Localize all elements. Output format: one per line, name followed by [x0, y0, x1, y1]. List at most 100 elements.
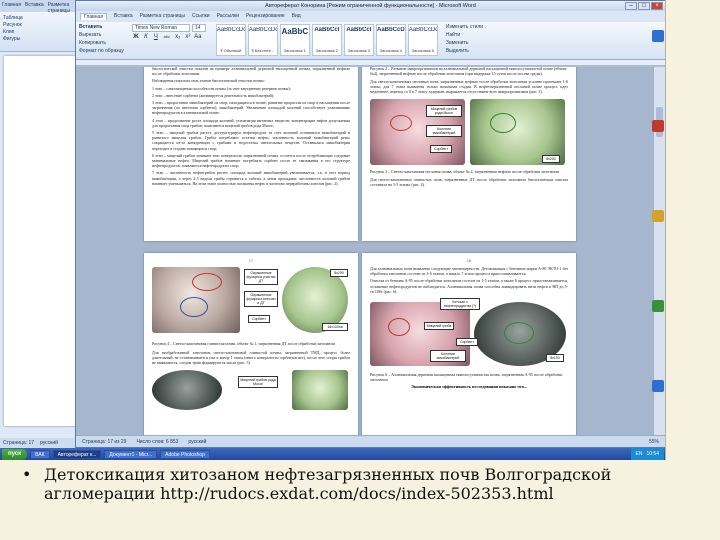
tab-page-layout[interactable]: Разметка страницы [140, 13, 185, 20]
taskbar-item[interactable]: ВАК [30, 449, 50, 459]
tab-references[interactable]: Ссылки [192, 13, 210, 20]
status-language[interactable]: русский [188, 439, 206, 445]
highlight-ring [192, 273, 222, 291]
style-preview: AaBbCcI [314, 27, 340, 33]
style-name: ¶ Обычный [220, 48, 242, 53]
style-normal[interactable]: AaBbCcDc ¶ Обычный [215, 24, 246, 56]
paragraph: 5 этап – мицелий грибов растет, деструкт… [152, 130, 350, 151]
desktop-icon[interactable] [652, 300, 664, 312]
strikethrough-button[interactable]: abc [162, 34, 172, 40]
style-heading-2[interactable]: AaBbCcI Заголовок 2 [311, 24, 342, 56]
style-heading-3[interactable]: AaBbCcI Заголовок 3 [343, 24, 374, 56]
bg-ribbon-item[interactable]: Таблица [3, 15, 78, 22]
format-painter-button[interactable]: Формат по образцу [79, 48, 124, 54]
subscript-button[interactable]: x₂ [174, 34, 182, 40]
style-no-spacing[interactable]: AaBbCcDc ¶ Без инте... [247, 24, 278, 56]
page-number: 18 [466, 258, 472, 263]
clock[interactable]: 10:54 [646, 448, 659, 460]
taskbar-item[interactable]: Adobe Photoshop [160, 449, 210, 459]
cut-button[interactable]: Вырезать [79, 32, 124, 38]
tab-mailings[interactable]: Рассылки [217, 13, 239, 20]
copy-button[interactable]: Копировать [79, 40, 124, 46]
bg-ribbon-item[interactable]: Рисунок [3, 22, 78, 29]
paragraph: 1 этап – самоочищения способности почвы … [152, 85, 291, 91]
bg-ribbon-item[interactable]: Фигуры [3, 36, 78, 43]
bg-ribbon-item[interactable]: Клип [3, 29, 78, 36]
paragraph: Для необработанной хитозаном светло-кашт… [152, 350, 350, 366]
select-button[interactable]: Выделить [446, 48, 483, 54]
bg-document-page [4, 56, 78, 426]
figure: Окрашенные фузариоз участки ДТ Окрашенны… [152, 267, 350, 337]
figure-caption: Рисунок 6 – Аллювиальная дерновая насыще… [370, 372, 563, 383]
editing-group: Изменить стили Найти Заменить Выделить [446, 24, 483, 57]
taskbar-item[interactable]: Документ1 - Micr... [104, 449, 158, 459]
tab-insert[interactable]: Вставка [114, 13, 133, 20]
maximize-icon[interactable]: □ [638, 2, 650, 10]
figure-label: Хитозан с нефтепродуктом (?) [440, 298, 480, 311]
minimize-icon[interactable]: – [625, 2, 637, 10]
paste-button[interactable]: Вставить [79, 24, 124, 30]
start-button[interactable]: пуск [2, 448, 28, 460]
superscript-button[interactable]: x² [184, 34, 192, 40]
status-page[interactable]: Страница: 17 из 29 [82, 439, 126, 445]
status-words[interactable]: Число слов: 6 853 [136, 439, 178, 445]
style-heading-5[interactable]: AaBbCcDd Заголовок 5 [407, 24, 438, 56]
figure-label: 16x100на [322, 323, 348, 331]
background-word-window[interactable]: Главная Вставка Разметка страницы Таблиц… [0, 0, 82, 440]
figure-label: Сорбент [248, 315, 270, 323]
document-page: 18 Для аллювиальных почв выявлены следую… [362, 253, 576, 437]
figure-label: Окрашенные фузариоз участки ДТ [244, 269, 278, 285]
desktop-icon[interactable] [652, 210, 664, 222]
tab-view[interactable]: Вид [292, 13, 301, 20]
language-indicator[interactable]: EN [636, 448, 643, 460]
taskbar: пуск ВАК Автореферат к... Документ1 - Mi… [0, 448, 665, 460]
highlight-ring [388, 318, 410, 337]
paragraph: Очистка от бензина А-95 после обработки … [370, 278, 568, 294]
find-button[interactable]: Найти [446, 32, 483, 38]
highlight-ring [504, 322, 534, 345]
change-styles-button[interactable]: Изменить стили [446, 24, 483, 30]
style-heading-4[interactable]: AaBbCcD Заголовок 4 [375, 24, 406, 56]
highlight-ring [180, 297, 208, 317]
bg-ribbon: Таблица Рисунок Клип Фигуры [0, 12, 81, 52]
paragraph: Для аллювиальных почв выявлены следующие… [370, 266, 568, 277]
style-heading-1[interactable]: AaBbC Заголовок 1 [279, 24, 310, 56]
font-name-select[interactable]: Times New Roman [131, 24, 190, 32]
paragraph: Наблюдения показали семь этапов биологич… [152, 78, 265, 84]
system-tray: EN 10:54 [630, 448, 664, 460]
paragraph: 7 этап – численность нефтегрибов растет,… [152, 170, 350, 186]
zoom-level[interactable]: 55% [649, 439, 659, 445]
italic-button[interactable]: К [142, 34, 150, 40]
change-case-button[interactable]: Aa [194, 34, 202, 40]
figure-label: Окрашенные фузариоз хитозан и ДТ [244, 291, 278, 307]
bg-status-page: Страница: 17 [3, 440, 35, 446]
taskbar-item-active[interactable]: Автореферат к... [52, 449, 102, 459]
page-text: биологической очистки показан на примере… [152, 67, 350, 186]
bg-tab[interactable]: Вставка [25, 2, 44, 10]
format-buttons: Ж К Ч abc x₂ x² Aa [132, 34, 206, 40]
tab-home[interactable]: Главная [80, 13, 108, 20]
bold-button[interactable]: Ж [132, 34, 140, 40]
window-title: Автореферат Конорина [Режим ограниченной… [265, 3, 476, 9]
document-page: биологической очистки показан на примере… [144, 67, 358, 241]
style-name: Заголовок 4 [379, 48, 402, 53]
close-icon[interactable]: × [651, 2, 663, 10]
desktop-icon[interactable] [652, 30, 664, 42]
caption-text: Детоксикация хитозаном нефтезагрязненных… [44, 465, 612, 503]
replace-button[interactable]: Заменить [446, 40, 483, 46]
style-preview: AaBbCcDd [408, 27, 437, 33]
desktop-icon[interactable] [652, 380, 664, 392]
styles-gallery: AaBbCcDc ¶ Обычный AaBbCcDc ¶ Без инте... … [215, 24, 438, 57]
ruler[interactable] [76, 60, 665, 66]
desktop-icon[interactable] [652, 120, 664, 132]
title-bar[interactable]: Автореферат Конорина [Режим ограниченной… [76, 1, 665, 11]
slide: Главная Вставка Разметка страницы Таблиц… [0, 0, 720, 540]
highlight-ring [390, 114, 412, 131]
word-window: Автореферат Конорина [Режим ограниченной… [75, 0, 665, 448]
bg-tab[interactable]: Главная [2, 2, 21, 10]
document-canvas[interactable]: биологической очистки показан на примере… [76, 67, 654, 437]
underline-button[interactable]: Ч [152, 34, 160, 40]
font-size-select[interactable]: 14 [191, 24, 206, 32]
tab-review[interactable]: Рецензирование [246, 13, 285, 20]
figure-label: Колонии микобактерий [430, 350, 466, 363]
